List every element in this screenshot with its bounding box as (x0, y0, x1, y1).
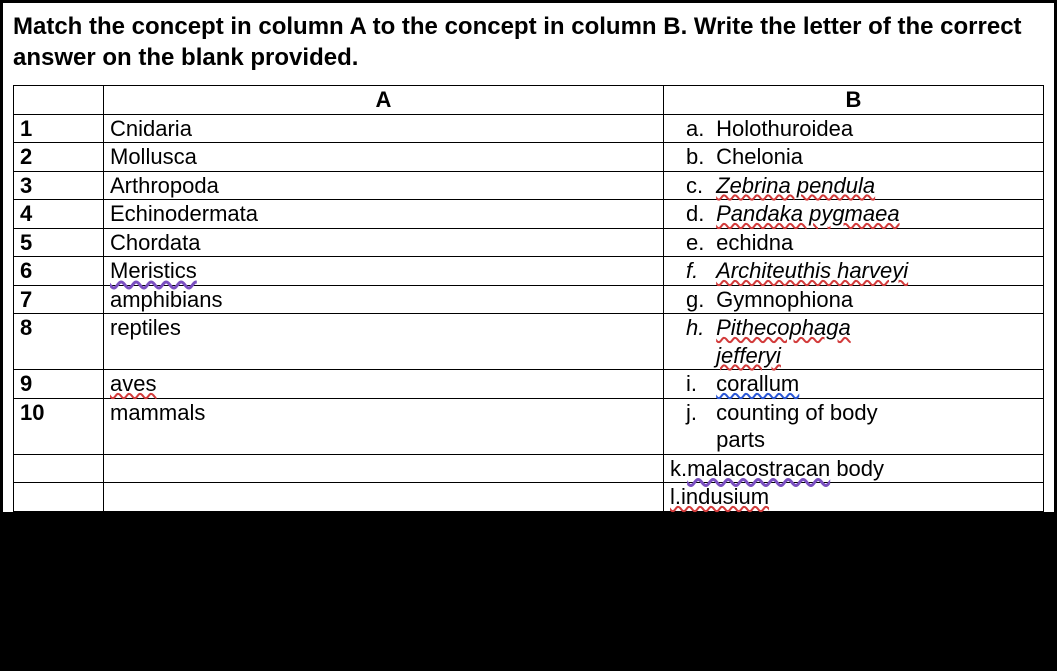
row-number (14, 483, 104, 512)
b-text: Pandaka pygmaea (716, 201, 899, 226)
col-b-cell: b. Chelonia (664, 143, 1044, 172)
b-text-3: body (830, 456, 884, 481)
header-blank (14, 86, 104, 115)
b-letter: h. (686, 314, 710, 342)
col-b-cell: e. echidna (664, 228, 1044, 257)
col-b-cell: d. Pandaka pygmaea (664, 200, 1044, 229)
instructions-text: Match the concept in column A to the con… (13, 11, 1044, 73)
worksheet-page: Match the concept in column A to the con… (0, 0, 1057, 512)
row-number: 3 (14, 171, 104, 200)
col-b-cell: g. Gymnophiona (664, 285, 1044, 314)
table-row: 10 mammals j. counting of body parts (14, 398, 1044, 454)
row-number: 5 (14, 228, 104, 257)
row-number: 6 (14, 257, 104, 286)
row-number: 10 (14, 398, 104, 454)
col-b-cell: j. counting of body parts (664, 398, 1044, 454)
col-a-cell: Chordata (104, 228, 664, 257)
row-number: 7 (14, 285, 104, 314)
b-text: Architeuthis harveyi (716, 258, 908, 283)
b-letter: d. (686, 200, 710, 228)
col-a-cell: Meristics (104, 257, 664, 286)
row-number (14, 454, 104, 483)
b-letter: f. (686, 257, 710, 285)
col-b-cell: f. Architeuthis harveyi (664, 257, 1044, 286)
col-a-cell: reptiles (104, 314, 664, 370)
b-text: corallum (716, 371, 799, 396)
col-b-cell: l.indusium (664, 483, 1044, 512)
b-text-2: parts (716, 427, 765, 452)
col-b-cell: i. corallum (664, 370, 1044, 399)
table-row: 5 Chordata e. echidna (14, 228, 1044, 257)
b-text: indusium (681, 484, 769, 509)
header-a: A (104, 86, 664, 115)
col-a-cell (104, 483, 664, 512)
col-a-cell: Cnidaria (104, 114, 664, 143)
b-letter: i. (686, 370, 710, 398)
b-text: Zebrina pendula (716, 173, 875, 198)
col-b-cell: a. Holothuroidea (664, 114, 1044, 143)
col-b-cell: h. Pithecophaga jefferyi (664, 314, 1044, 370)
b-letter: k. (670, 456, 687, 481)
table-row: 1 Cnidaria a. Holothuroidea (14, 114, 1044, 143)
row-number: 9 (14, 370, 104, 399)
row-number: 4 (14, 200, 104, 229)
col-a-text: Meristics (110, 258, 197, 283)
b-text: counting of body (716, 400, 877, 425)
b-text: echidna (716, 230, 793, 255)
col-a-cell: Mollusca (104, 143, 664, 172)
b-text: malacostracan (687, 456, 830, 481)
b-text: Holothuroidea (716, 116, 853, 141)
col-b-cell: k.malacostracan body (664, 454, 1044, 483)
table-row: 3 Arthropoda c. Zebrina pendula (14, 171, 1044, 200)
table-row: 8 reptiles h. Pithecophaga jefferyi (14, 314, 1044, 370)
b-letter: l. (670, 484, 681, 509)
b-letter: g. (686, 286, 710, 314)
header-row: A B (14, 86, 1044, 115)
col-a-cell: mammals (104, 398, 664, 454)
col-a-cell: Arthropoda (104, 171, 664, 200)
row-number: 1 (14, 114, 104, 143)
table-row: 4 Echinodermata d. Pandaka pygmaea (14, 200, 1044, 229)
b-text: Chelonia (716, 144, 803, 169)
table-row: 6 Meristics f. Architeuthis harveyi (14, 257, 1044, 286)
header-b: B (664, 86, 1044, 115)
col-a-cell (104, 454, 664, 483)
col-a-text: aves (110, 371, 156, 396)
table-row: l.indusium (14, 483, 1044, 512)
table-row: 2 Mollusca b. Chelonia (14, 143, 1044, 172)
b-letter: a. (686, 115, 710, 143)
col-a-cell: amphibians (104, 285, 664, 314)
b-letter: j. (686, 399, 710, 427)
col-a-cell: Echinodermata (104, 200, 664, 229)
table-row: k.malacostracan body (14, 454, 1044, 483)
b-text: Gymnophiona (716, 287, 853, 312)
table-row: 7 amphibians g. Gymnophiona (14, 285, 1044, 314)
table-row: 9 aves i. corallum (14, 370, 1044, 399)
b-letter: c. (686, 172, 710, 200)
col-b-cell: c. Zebrina pendula (664, 171, 1044, 200)
row-number: 8 (14, 314, 104, 370)
b-text-2: jefferyi (716, 343, 781, 368)
b-text: Pithecophaga (716, 315, 851, 340)
matching-table: A B 1 Cnidaria a. Holothuroidea 2 Mollus… (13, 85, 1044, 512)
b-letter: e. (686, 229, 710, 257)
row-number: 2 (14, 143, 104, 172)
col-a-cell: aves (104, 370, 664, 399)
b-letter: b. (686, 143, 710, 171)
